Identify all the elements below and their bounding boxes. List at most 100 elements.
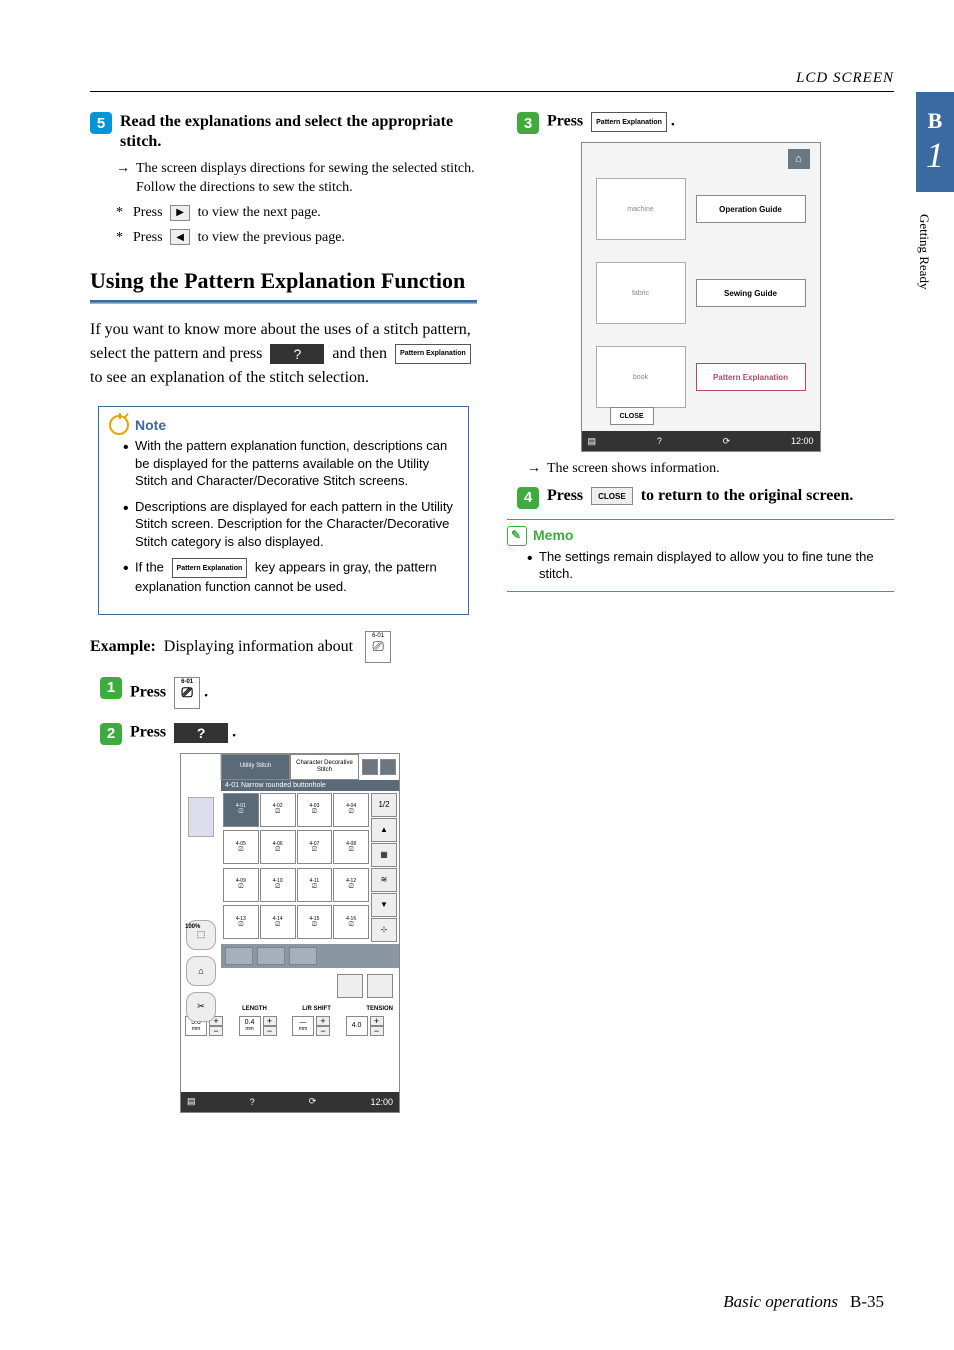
stitch-cell[interactable]: 4-06⎚ (260, 830, 296, 864)
stitch-cell[interactable]: 4-10⎚ (260, 868, 296, 902)
param-tension-label: TENSION (366, 1006, 393, 1012)
header-section: LCD SCREEN (90, 70, 894, 87)
step-5-next: Press ▶ to view the next page. (133, 204, 321, 223)
pattern-explanation-button[interactable]: Pattern Explanation (696, 363, 806, 391)
scroll-up-icon[interactable]: ▲ (371, 818, 397, 842)
spool-icon[interactable]: ⟳ (309, 1096, 317, 1107)
plus-button[interactable]: + (263, 1016, 277, 1026)
stitch-cell[interactable]: 4-03⎚ (297, 793, 333, 827)
side-tab: B 1 Getting Ready (916, 92, 954, 312)
step-4-badge: 4 (517, 487, 539, 509)
stitch-cell[interactable]: 4-04⎚ (333, 793, 369, 827)
help-bar-icon[interactable]: ? (250, 1097, 255, 1107)
help-button[interactable]: ? (174, 723, 228, 743)
minus-button[interactable]: − (263, 1026, 277, 1036)
stitch-cell[interactable]: 4-08⎚ (333, 830, 369, 864)
tool-button[interactable] (289, 947, 317, 965)
plus-button[interactable]: + (370, 1016, 384, 1026)
next-page-icon[interactable]: ▶ (170, 205, 190, 221)
minus-button[interactable]: − (316, 1026, 330, 1036)
status-bar: ▤ ? ⟳ 12:00 (582, 431, 820, 451)
menu-icon[interactable]: ▤ (187, 1096, 196, 1107)
stitch-cell[interactable]: 4-11⎚ (297, 868, 333, 902)
stitch-cell[interactable]: 4-16⎚ (333, 905, 369, 939)
preview-pane (188, 797, 214, 837)
step-5-title: Read the explanations and select the app… (120, 112, 477, 152)
minus-button[interactable]: − (209, 1026, 223, 1036)
stitch-cell[interactable]: 4-12⎚ (333, 868, 369, 902)
tool-button[interactable] (257, 947, 285, 965)
scroll-down-icon[interactable]: ▼ (371, 893, 397, 917)
minus-button[interactable]: − (370, 1026, 384, 1036)
stitch-cell[interactable]: 4-07⎚ (297, 830, 333, 864)
step-5-result: The screen displays directions for sewin… (136, 160, 477, 198)
operation-guide-button[interactable]: Operation Guide (696, 195, 806, 223)
tab-label: Getting Ready (916, 192, 932, 312)
status-bar: ▤ ? ⟳ 12:00 (181, 1092, 399, 1112)
memo-title: Memo (533, 526, 573, 545)
stitch-cell[interactable]: 4-15⎚ (297, 905, 333, 939)
tab-utility-stitch[interactable]: Utility Stitch (221, 754, 290, 780)
param-length-label: LENGTH (242, 1006, 267, 1012)
step-5-prev: Press ◀ to view the previous page. (133, 229, 345, 248)
stitch-cell[interactable]: 4-14⎚ (260, 905, 296, 939)
step-5-badge: 5 (90, 112, 112, 134)
bullet-star: * (116, 204, 123, 223)
stitch-cell[interactable]: 4-13⎚ (223, 905, 259, 939)
help-button[interactable]: ? (270, 344, 324, 364)
stitch-label: 4-01 Narrow rounded buttonhole (221, 780, 399, 791)
memory-button[interactable] (337, 974, 363, 998)
step-3-badge: 3 (517, 112, 539, 134)
pattern-explanation-button[interactable]: Pattern Explanation (395, 344, 471, 364)
side-button[interactable]: ✂ (186, 992, 216, 1022)
mode-icon[interactable]: ≋ (371, 868, 397, 892)
close-button[interactable]: CLOSE (591, 487, 633, 505)
step-2-badge: 2 (100, 723, 122, 745)
note-item-3: If the Pattern Explanation key appears i… (135, 558, 458, 596)
home-icon[interactable]: ⌂ (788, 149, 810, 169)
presser-icon[interactable] (362, 759, 378, 775)
stitch-cell[interactable]: 4-01⎚ (223, 793, 259, 827)
pattern-explanation-button[interactable]: Pattern Explanation (591, 112, 667, 132)
stitch-601-button[interactable]: 6-01⎚ (174, 677, 200, 709)
bullet-star: * (116, 229, 123, 248)
tab-char-stitch[interactable]: Character Decorative Stitch (290, 754, 359, 780)
tool-button[interactable] (225, 947, 253, 965)
note-item-1: With the pattern explanation function, d… (135, 437, 458, 490)
note-icon (109, 415, 129, 435)
stitch-cell[interactable]: 4-02⎚ (260, 793, 296, 827)
lr-value: —mm (292, 1016, 314, 1036)
close-button[interactable]: CLOSE (610, 407, 654, 425)
prev-page-icon[interactable]: ◀ (170, 229, 190, 245)
header-rule (90, 91, 894, 92)
step-1-text: Press 6-01⎚. (130, 677, 208, 709)
step-1-badge: 1 (100, 677, 122, 699)
help-bar-icon[interactable]: ? (657, 436, 662, 446)
stitch-cell[interactable]: 4-09⎚ (223, 868, 259, 902)
mode-icon[interactable]: ⊹ (371, 918, 397, 942)
section-rule (90, 300, 477, 304)
operation-guide-image: machine (596, 178, 686, 240)
mode-icon[interactable]: ▦ (371, 843, 397, 867)
note-title: Note (135, 416, 166, 435)
tab-letter: B (928, 108, 943, 134)
retrieve-button[interactable] (367, 974, 393, 998)
side-button[interactable]: ⌂ (186, 956, 216, 986)
plus-button[interactable]: + (316, 1016, 330, 1026)
pattern-explanation-image: book (596, 346, 686, 408)
stitch-cell[interactable]: 4-05⎚ (223, 830, 259, 864)
memo-box: Memo The settings remain displayed to al… (507, 519, 894, 592)
menu-icon[interactable]: ▤ (588, 436, 597, 447)
tab-number: 1 (926, 134, 944, 176)
note-item-2: Descriptions are displayed for each patt… (135, 498, 458, 551)
param-lr-label: L/R SHIFT (302, 1006, 331, 1012)
step-3-text: Press Pattern Explanation. (547, 112, 675, 132)
memo-icon (507, 526, 527, 546)
home-icon[interactable] (380, 759, 396, 775)
stitch-601-icon[interactable]: 6-01⎚ (365, 631, 391, 663)
sewing-guide-button[interactable]: Sewing Guide (696, 279, 806, 307)
spool-icon[interactable]: ⟳ (723, 436, 731, 447)
pattern-explanation-button[interactable]: Pattern Explanation (172, 558, 248, 578)
mid-toolbar (221, 944, 399, 968)
length-value: 0.4mm (239, 1016, 261, 1036)
